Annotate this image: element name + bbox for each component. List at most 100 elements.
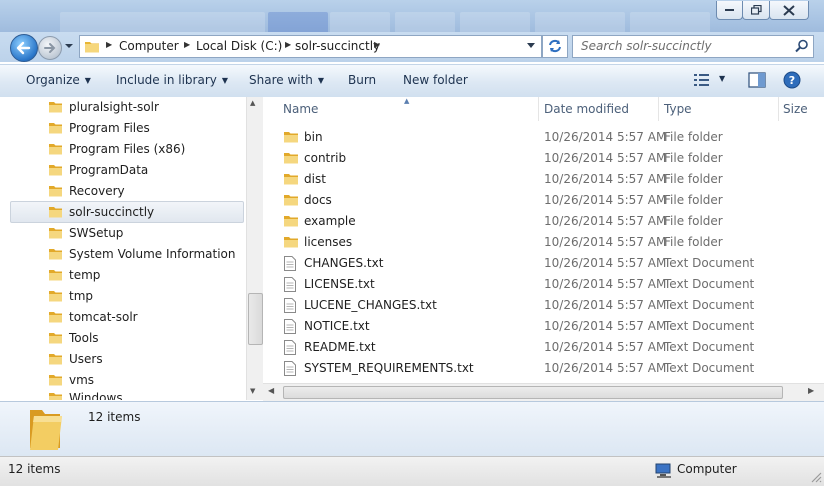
scroll-thumb[interactable] xyxy=(248,293,263,345)
breadcrumb-local-disk[interactable]: Local Disk (C:) xyxy=(196,39,282,53)
nav-item-pluralsight-solr[interactable]: pluralsight-solr xyxy=(48,97,246,117)
nav-item-tomcat-solr[interactable]: tomcat-solr xyxy=(48,307,246,327)
file-row[interactable]: LUCENE_CHANGES.txt 10/26/2014 5:57 AM Text… xyxy=(283,295,803,316)
resize-grip-icon[interactable] xyxy=(810,471,822,483)
column-header-size[interactable]: Size xyxy=(779,97,824,121)
nav-item-tmp[interactable]: tmp xyxy=(48,286,246,306)
scroll-down-arrow-icon[interactable]: ▼ xyxy=(250,387,255,395)
status-item-count: 12 items xyxy=(8,462,61,476)
nav-vertical-scrollbar[interactable]: ▲ ▼ xyxy=(246,97,263,400)
breadcrumb-computer[interactable]: Computer xyxy=(119,39,179,53)
arrow-right-icon xyxy=(44,43,56,53)
scroll-right-arrow-icon[interactable]: ▶ xyxy=(808,386,814,395)
file-name: docs xyxy=(304,193,332,207)
file-row[interactable]: SYSTEM_REQUIREMENTS.txt 10/26/2014 5:57 A… xyxy=(283,358,803,379)
search-input[interactable]: Search solr-succinctly xyxy=(572,35,814,58)
file-row[interactable]: CHANGES.txt 10/26/2014 5:57 AM Text Docume… xyxy=(283,253,803,274)
file-row[interactable]: licenses 10/26/2014 5:57 AM File folder xyxy=(283,232,803,253)
breadcrumb-separator[interactable]: ▶ xyxy=(106,40,112,49)
nav-item-label: tomcat-solr xyxy=(69,310,138,324)
burn-button[interactable]: Burn xyxy=(348,73,376,87)
background-window-tab xyxy=(630,12,710,32)
file-row[interactable]: example 10/26/2014 5:57 AM File folder xyxy=(283,211,803,232)
nav-item-windows[interactable]: Windows xyxy=(48,391,246,400)
recent-locations-button[interactable] xyxy=(64,40,74,52)
nav-item-tools[interactable]: Tools xyxy=(48,328,246,348)
close-button[interactable] xyxy=(769,1,809,20)
column-header-date-modified[interactable]: Date modified xyxy=(539,97,659,121)
refresh-button[interactable] xyxy=(542,35,568,58)
maximize-button[interactable] xyxy=(742,1,770,20)
folder-icon xyxy=(284,216,298,227)
scroll-thumb[interactable] xyxy=(283,386,783,399)
file-type: File folder xyxy=(664,214,723,228)
file-row[interactable]: README.txt 10/26/2014 5:57 AM Text Documen… xyxy=(283,337,803,358)
status-location: Computer xyxy=(677,462,737,476)
file-row[interactable]: bin 10/26/2014 5:57 AM File folder xyxy=(283,127,803,148)
nav-item-label: Program Files (x86) xyxy=(69,142,186,156)
scroll-left-arrow-icon[interactable]: ◀ xyxy=(268,386,274,395)
file-type: File folder xyxy=(664,193,723,207)
folder-icon xyxy=(284,195,298,206)
file-date: 10/26/2014 5:57 AM xyxy=(544,172,667,186)
scroll-up-arrow-icon[interactable]: ▲ xyxy=(250,99,255,107)
nav-item-label: Program Files xyxy=(69,121,150,135)
command-bar: Organize ▼ Include in library ▼ Share with… xyxy=(0,64,824,98)
nav-item-temp[interactable]: temp xyxy=(48,265,246,285)
sort-indicator-icon: ▲ xyxy=(404,97,410,105)
restore-icon xyxy=(750,5,762,15)
nav-item-program-files-x86[interactable]: Program Files (x86) xyxy=(48,139,246,159)
file-row[interactable]: docs 10/26/2014 5:57 AM File folder xyxy=(283,190,803,211)
breadcrumb-separator[interactable]: ▶ xyxy=(184,40,190,49)
file-row[interactable]: NOTICE.txt 10/26/2014 5:57 AM Text Documen… xyxy=(283,316,803,337)
nav-item-program-files[interactable]: Program Files xyxy=(48,118,246,138)
search-icon xyxy=(795,39,808,53)
column-header-name[interactable]: Name xyxy=(283,97,539,121)
nav-item-system-volume-information[interactable]: System Volume Information xyxy=(48,244,246,264)
new-folder-button[interactable]: New folder xyxy=(403,73,468,87)
file-row[interactable]: contrib 10/26/2014 5:57 AM File folder xyxy=(283,148,803,169)
breadcrumb-separator[interactable]: ▶ xyxy=(285,40,291,49)
file-date: 10/26/2014 5:57 AM xyxy=(544,130,667,144)
change-view-button[interactable] xyxy=(694,73,710,90)
breadcrumb-current-folder[interactable]: solr-succinctly xyxy=(295,39,380,53)
details-view-icon xyxy=(694,74,709,86)
navigation-pane: pluralsight-solr Program Files Program F… xyxy=(0,97,263,400)
folder-icon xyxy=(49,165,62,176)
address-history-chevron-icon[interactable] xyxy=(526,42,536,50)
file-date: 10/26/2014 5:57 AM xyxy=(544,235,667,249)
background-window-tab xyxy=(268,12,328,32)
column-header-type[interactable]: Type xyxy=(659,97,779,121)
background-window-tab xyxy=(330,12,390,32)
file-row[interactable]: LICENSE.txt 10/26/2014 5:57 AM Text Docume… xyxy=(283,274,803,295)
include-in-library-button[interactable]: Include in library ▼ xyxy=(116,73,228,87)
share-with-button[interactable]: Share with ▼ xyxy=(249,73,324,87)
nav-item-label: pluralsight-solr xyxy=(69,100,159,114)
breadcrumb-separator[interactable]: ▶ xyxy=(374,40,380,49)
nav-item-label: Windows xyxy=(69,391,123,400)
nav-item-programdata[interactable]: ProgramData xyxy=(48,160,246,180)
organize-button[interactable]: Organize ▼ xyxy=(26,73,91,87)
nav-item-solr-succinctly[interactable]: solr-succinctly xyxy=(10,201,244,223)
folder-icon xyxy=(49,333,62,344)
file-list-horizontal-scrollbar[interactable]: ◀ ▶ xyxy=(263,383,824,401)
nav-item-label: solr-succinctly xyxy=(69,205,155,219)
help-icon: ? xyxy=(783,71,801,89)
help-button[interactable]: ? xyxy=(783,71,801,92)
minimize-button[interactable] xyxy=(716,1,743,20)
nav-item-recovery[interactable]: Recovery xyxy=(48,181,246,201)
forward-button[interactable] xyxy=(38,36,62,60)
back-button[interactable] xyxy=(10,34,38,62)
view-options-chevron-icon[interactable]: ▼ xyxy=(719,74,725,83)
address-bar[interactable]: ▶ Computer ▶ Local Disk (C:) ▶ solr-succ… xyxy=(79,35,542,58)
computer-icon xyxy=(655,463,671,478)
file-type: Text Document xyxy=(664,256,755,270)
nav-item-swsetup[interactable]: SWSetup xyxy=(48,223,246,243)
nav-item-vms[interactable]: vms xyxy=(48,370,246,390)
file-row[interactable]: dist 10/26/2014 5:57 AM File folder xyxy=(283,169,803,190)
nav-item-label: Users xyxy=(69,352,103,366)
file-type: Text Document xyxy=(664,319,755,333)
preview-pane-button[interactable] xyxy=(748,72,766,91)
file-type: Text Document xyxy=(664,298,755,312)
nav-item-users[interactable]: Users xyxy=(48,349,246,369)
